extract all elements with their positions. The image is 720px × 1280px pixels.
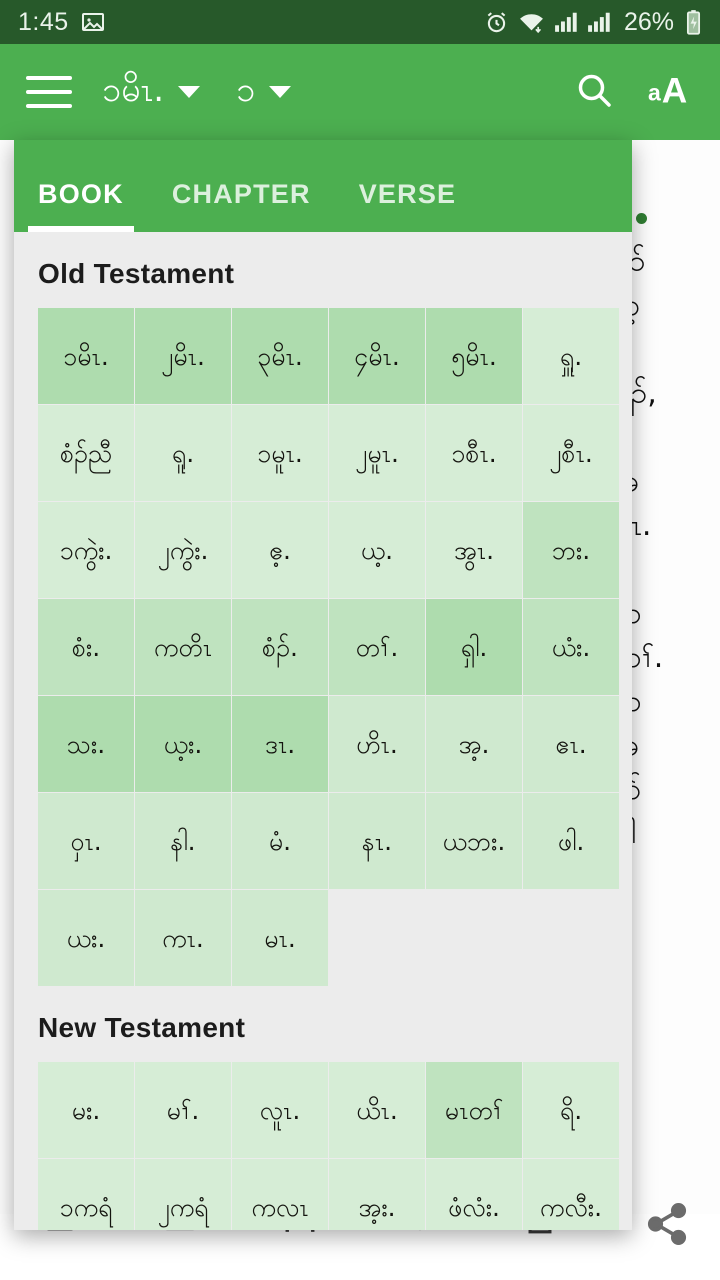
book-cell[interactable]: မၤ. — [232, 890, 328, 986]
book-cell[interactable]: ရိ. — [523, 1062, 619, 1158]
alarm-icon — [484, 10, 509, 35]
section-title: Old Testament — [38, 258, 235, 289]
section-title: New Testament — [38, 1012, 246, 1043]
book-cell[interactable]: လူၤ. — [232, 1062, 328, 1158]
book-cell[interactable]: ၁ကရံ — [38, 1159, 134, 1230]
signal-2-icon — [587, 11, 611, 33]
book-cell[interactable]: ၂မိၤ. — [135, 308, 231, 404]
book-cell[interactable]: ဧၤ. — [523, 696, 619, 792]
book-cell[interactable]: ယ့း. — [135, 696, 231, 792]
book-cell[interactable]: နါ. — [135, 793, 231, 889]
book-cell[interactable]: ဒၤ. — [232, 696, 328, 792]
book-cell[interactable]: မံ. — [232, 793, 328, 889]
book-cell[interactable]: အွၤ. — [426, 502, 522, 598]
chapter-selector-label: ၁ — [236, 69, 256, 110]
wifi-icon — [518, 10, 545, 35]
hamburger-menu-icon[interactable] — [26, 76, 72, 108]
share-button[interactable] — [644, 1201, 690, 1252]
book-grid: ၁မိၤ. ၂မိၤ. ၃မိၤ. ၄မိၤ. ၅မိၤ. ရှူ. စံၣ်ညီ ရူ. ၁မ… — [14, 308, 632, 986]
book-cell[interactable]: ၂စီၤ. — [523, 405, 619, 501]
book-cell[interactable]: ယိၤ. — [329, 1062, 425, 1158]
book-cell[interactable]: ၄မိၤ. — [329, 308, 425, 404]
signal-1-icon — [554, 11, 578, 33]
book-cell[interactable]: ၂ကရံ — [135, 1159, 231, 1230]
book-cell[interactable]: ဟိၤ. — [329, 696, 425, 792]
book-cell[interactable]: အ့. — [426, 696, 522, 792]
book-cell[interactable]: စံး. — [38, 599, 134, 695]
book-cell[interactable]: ယဘး. — [426, 793, 522, 889]
font-size-button[interactable]: a A — [648, 70, 694, 115]
book-cell[interactable]: ဧ့. — [232, 502, 328, 598]
book-cell[interactable]: ၂မူၤ. — [329, 405, 425, 501]
share-icon — [644, 1203, 690, 1251]
battery-percent: 26% — [623, 7, 674, 36]
status-bar: 1:45 26% — [0, 0, 720, 44]
dialog-tab-bar: BOOK CHAPTER VERSE — [14, 140, 632, 232]
book-cell[interactable]: ကလၤ — [232, 1159, 328, 1230]
book-cell[interactable]: ကၤ. — [135, 890, 231, 986]
tab-chapter[interactable]: CHAPTER — [172, 179, 333, 232]
book-cell[interactable]: ရူ. — [135, 405, 231, 501]
book-grid: မး. မၢ်. လူၤ. ယိၤ. မၤတၢ် ရိ. ၁ကရံ ၂ကရံ ကလၤ အ့း. ဖံ… — [14, 1062, 632, 1230]
book-cell[interactable]: ၁မိၤ. — [38, 308, 134, 404]
book-cell[interactable]: နၤ. — [329, 793, 425, 889]
book-selector-button[interactable]: ၁မိၤ. — [72, 67, 201, 118]
book-cell[interactable]: ယ့. — [329, 502, 425, 598]
book-picker-dialog: BOOK CHAPTER VERSE Old Testament ၁မိၤ. ၂မိၤ.… — [14, 140, 632, 1230]
book-cell[interactable]: သး. — [38, 696, 134, 792]
verse-bullet-icon — [636, 213, 647, 224]
chevron-down-icon — [269, 86, 292, 98]
book-cell[interactable]: မၢ်. — [135, 1062, 231, 1158]
book-cell[interactable]: ရှါ. — [426, 599, 522, 695]
book-cell[interactable]: ရှူ. — [523, 308, 619, 404]
book-cell[interactable]: ၁ကွဲး. — [38, 502, 134, 598]
chevron-down-icon — [178, 86, 201, 98]
status-time: 1:45 — [18, 7, 69, 36]
image-icon — [81, 10, 105, 34]
book-cell[interactable]: ကတိၤ — [135, 599, 231, 695]
dialog-content[interactable]: Old Testament ၁မိၤ. ၂မိၤ. ၃မိၤ. ၄မိၤ. ၅မိၤ. ရှ… — [14, 232, 632, 1230]
search-button[interactable] — [574, 70, 614, 115]
book-cell[interactable]: ၅မိၤ. — [426, 308, 522, 404]
book-cell[interactable]: ယး. — [38, 890, 134, 986]
app-screen: ခိၣ်လ့,ၣ်,ဲအၤ.ဝဲကတၢ်.ကအပိာ်ါ 1:45 — [0, 0, 720, 1280]
book-cell[interactable]: ကလီး. — [523, 1159, 619, 1230]
font-size-icon: a A — [648, 70, 694, 115]
tab-verse[interactable]: VERSE — [359, 179, 479, 232]
battery-charging-icon — [685, 9, 702, 36]
book-cell[interactable]: တၢ်. — [329, 599, 425, 695]
book-cell[interactable]: ဖါ. — [523, 793, 619, 889]
book-cell[interactable]: ဝှၤ. — [38, 793, 134, 889]
app-bar: ၁မိၤ. ၁ a A — [0, 44, 720, 140]
book-cell[interactable]: မၤတၢ် — [426, 1062, 522, 1158]
book-cell[interactable]: ယံး. — [523, 599, 619, 695]
svg-text:A: A — [662, 71, 687, 110]
book-cell[interactable]: ၃မိၤ. — [232, 308, 328, 404]
search-icon — [574, 70, 614, 115]
book-cell[interactable]: မး. — [38, 1062, 134, 1158]
book-cell[interactable]: ဖံလံး. — [426, 1159, 522, 1230]
chapter-selector-button[interactable]: ၁ — [200, 67, 292, 118]
book-selector-label: ၁မိၤ. — [102, 69, 165, 110]
book-cell[interactable]: ၁စီၤ. — [426, 405, 522, 501]
book-cell[interactable]: ၁မူၤ. — [232, 405, 328, 501]
book-cell[interactable]: စံၣ်. — [232, 599, 328, 695]
book-cell[interactable]: ဘး. — [523, 502, 619, 598]
svg-text:a: a — [648, 79, 661, 105]
tab-book[interactable]: BOOK — [28, 179, 146, 232]
book-cell[interactable]: စံၣ်ညီ — [38, 405, 134, 501]
book-cell[interactable]: ၂ကွဲး. — [135, 502, 231, 598]
book-cell[interactable]: အ့း. — [329, 1159, 425, 1230]
